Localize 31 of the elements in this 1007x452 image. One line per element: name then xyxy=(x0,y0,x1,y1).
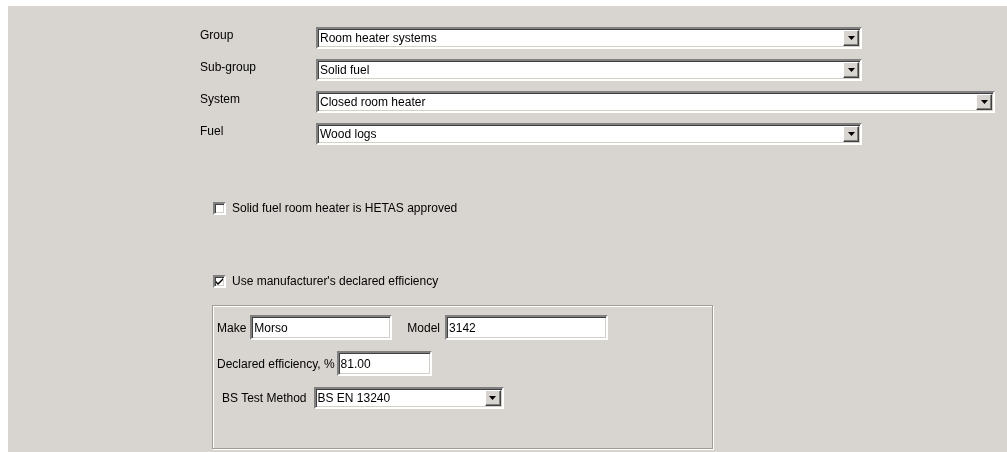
dropdown[interactable]: Room heater systems xyxy=(316,27,862,49)
caret-icon xyxy=(847,36,855,40)
checkmark-icon xyxy=(216,277,223,285)
dropdown-button[interactable] xyxy=(843,126,859,142)
caret-icon xyxy=(847,68,855,72)
dropdown[interactable]: Wood logs xyxy=(316,123,862,145)
checkbox[interactable] xyxy=(213,201,226,215)
field-label: Fuel xyxy=(200,123,225,138)
caret-icon xyxy=(847,132,855,136)
input-field[interactable]: Morso xyxy=(250,315,393,340)
caret-icon xyxy=(489,396,496,400)
field-label: Sub-group xyxy=(200,59,258,74)
field-label: Declared efficiency, % xyxy=(217,356,335,371)
checkbox-label: Solid fuel room heater is HETAS approved xyxy=(232,201,458,215)
dropdown-button[interactable] xyxy=(484,390,501,406)
input-field[interactable]: 81.00 xyxy=(336,351,432,376)
field-label: System xyxy=(200,91,241,106)
dropdown[interactable]: BS EN 13240 xyxy=(313,387,504,409)
field-label: Make xyxy=(217,320,247,335)
dropdown-button[interactable] xyxy=(976,94,992,110)
dropdown-button[interactable] xyxy=(843,30,859,46)
checkbox[interactable] xyxy=(213,274,226,288)
dropdown-button[interactable] xyxy=(843,62,859,78)
caret-icon xyxy=(980,100,988,104)
dropdown[interactable]: Solid fuel xyxy=(316,59,862,81)
checkbox-label: Use manufacturer's declared efficiency xyxy=(232,274,439,288)
field-label: BS Test Method xyxy=(222,391,307,405)
field-label: Model xyxy=(407,320,441,335)
input-field[interactable]: 3142 xyxy=(445,315,609,340)
dropdown[interactable]: Closed room heater xyxy=(316,91,995,113)
field-label: Group xyxy=(200,27,235,42)
